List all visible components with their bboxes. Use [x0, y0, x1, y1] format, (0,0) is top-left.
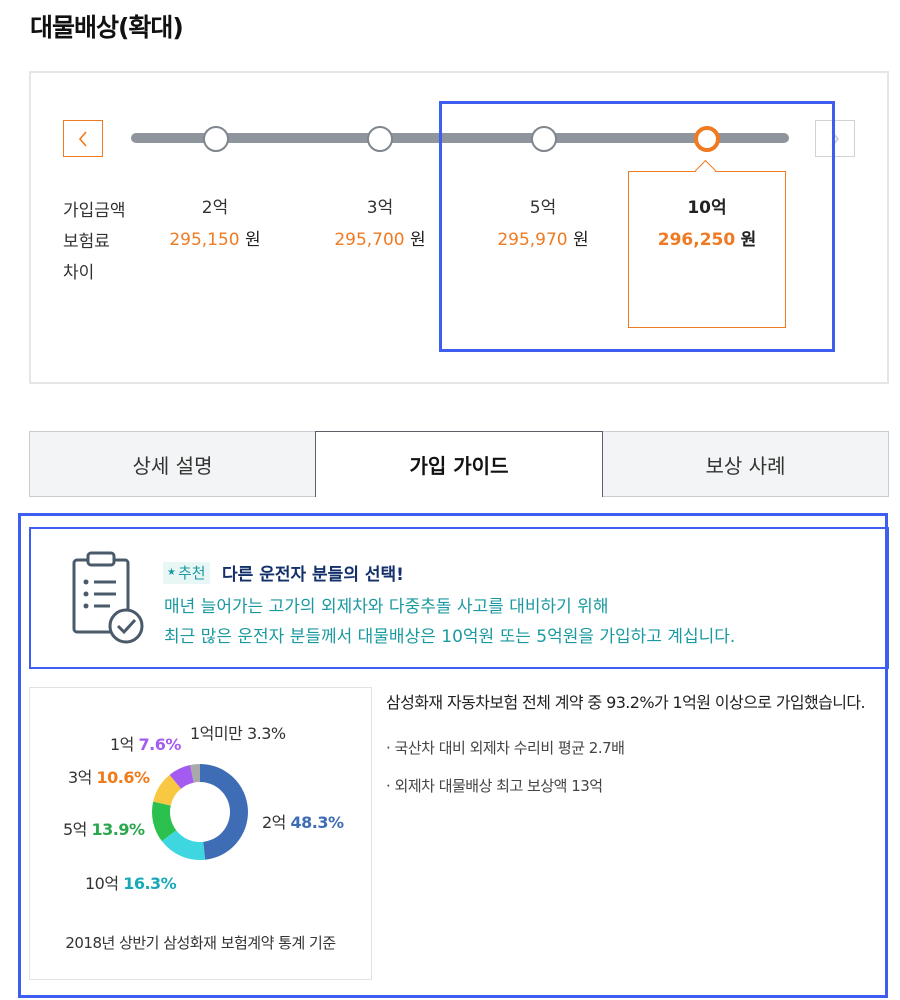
currency-unit: 원 [573, 230, 589, 250]
donut-label-value: 7.6% [138, 735, 182, 754]
recommendation-line-2: 최근 많은 운전자 분들께서 대물배상은 10억원 또는 5억원을 가입하고 계… [164, 627, 736, 647]
star-icon: ★ [167, 567, 176, 578]
tab-guide-active[interactable]: 가입 가이드 [315, 431, 603, 497]
donut-segment-0 [200, 764, 249, 860]
donut-label-name: 5억 [63, 820, 87, 839]
donut-label-2eok: 2억 48.3% [262, 809, 344, 833]
slider-knob-3[interactable] [367, 126, 393, 152]
donut-label-1eok: 1억 7.6% [110, 731, 181, 755]
clipboard-check-icon [72, 551, 144, 644]
slider-knob-2[interactable] [203, 126, 229, 152]
recommend-badge-label: 추천 [177, 564, 206, 582]
row-label-amount: 가입금액 [63, 201, 126, 221]
tab-detail[interactable]: 상세 설명 [29, 431, 316, 497]
donut-label-value: 13.9% [91, 820, 146, 839]
currency-unit: 원 [410, 230, 426, 250]
option-premium: 295,970 [497, 230, 568, 250]
donut-label-name: 1억 [110, 735, 134, 754]
donut-label-name: 3억 [68, 768, 92, 787]
option-premium: 295,150 [169, 230, 240, 250]
donut-chart [152, 764, 249, 860]
row-label-premium: 보험료 [63, 232, 110, 252]
next-button[interactable] [815, 120, 855, 157]
option-premium: 295,700 [334, 230, 405, 250]
option-amount: 2억 [201, 198, 229, 218]
donut-label-value: 16.3% [123, 874, 177, 893]
chevron-left-icon [78, 130, 87, 147]
donut-label-name: 10억 [85, 874, 119, 893]
tab-claims-cases[interactable]: 보상 사례 [602, 431, 889, 497]
option-5[interactable]: 5억 295,970 원 [468, 192, 618, 256]
row-labels: 가입금액 보험료 차이 [63, 196, 126, 289]
tab-bar: 상세 설명 가입 가이드 보상 사례 [29, 431, 889, 497]
stat-headline: 삼성화재 자동차보험 전체 계약 중 93.2%가 1억원 이상으로 가입했습니… [386, 693, 866, 712]
currency-unit: 원 [740, 230, 757, 250]
donut-label-5eok: 5억 13.9% [63, 816, 145, 840]
slider-track[interactable] [131, 133, 789, 143]
donut-label-under1eok: 1억미만 3.3% [190, 720, 286, 744]
donut-label-10eok: 10억 16.3% [85, 870, 177, 894]
stat-bullet-2: · 외제차 대물배상 최고 보상액 13억 [386, 777, 603, 795]
currency-unit: 원 [245, 230, 261, 250]
donut-label-value: 48.3% [290, 813, 345, 832]
page-title: 대물배상(확대) [30, 13, 184, 42]
option-amount: 10억 [687, 198, 727, 218]
donut-label-value: 10.6% [96, 768, 151, 787]
chevron-right-icon [831, 130, 840, 147]
recommend-badge: ★ 추천 [163, 562, 210, 584]
option-2[interactable]: 2억 295,150 원 [140, 192, 290, 256]
slider-knob-10-selected[interactable] [694, 126, 720, 152]
option-10-selected[interactable]: 10억 296,250 원 [632, 192, 782, 256]
stat-bullet-1: · 국산차 대비 외제차 수리비 평균 2.7배 [386, 739, 625, 757]
recommendation-title: 다른 운전자 분들의 선택! [222, 565, 404, 585]
donut-label-name: 1억미만 [190, 724, 243, 743]
slider-knob-5[interactable] [531, 126, 557, 152]
option-premium: 296,250 [657, 230, 736, 250]
row-label-diff: 차이 [63, 263, 95, 283]
option-3[interactable]: 3억 295,700 원 [305, 192, 455, 256]
option-amount: 3억 [366, 198, 394, 218]
recommendation-line-1: 매년 늘어가는 고가의 외제차와 다중추돌 사고를 대비하기 위해 [164, 597, 609, 617]
donut-label-value: 3.3% [246, 724, 286, 743]
donut-caption: 2018년 상반기 삼성화재 보험계약 통계 기준 [65, 934, 336, 952]
prev-button[interactable] [63, 120, 103, 157]
donut-label-3eok: 3억 10.6% [68, 764, 150, 788]
option-amount: 5억 [529, 198, 557, 218]
donut-label-name: 2억 [262, 813, 286, 832]
